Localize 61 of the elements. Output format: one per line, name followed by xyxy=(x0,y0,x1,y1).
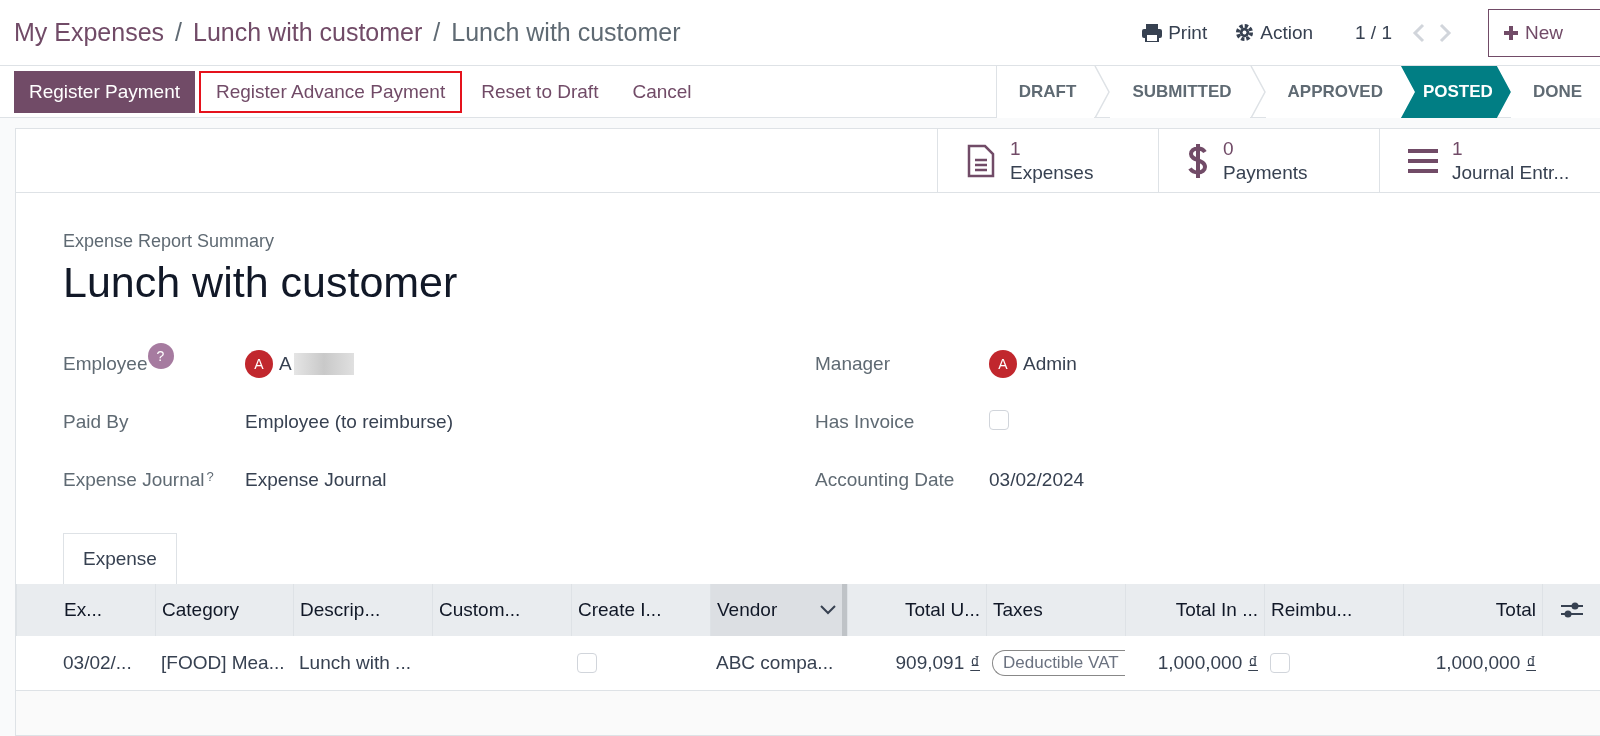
help-badge[interactable]: ? xyxy=(147,343,174,369)
field-label: Paid By xyxy=(63,411,129,433)
column-header[interactable]: Total xyxy=(1403,584,1542,636)
settings-icon[interactable] xyxy=(1560,600,1583,620)
breadcrumb-separator: / xyxy=(175,18,182,47)
form-title: Lunch with customer xyxy=(63,258,459,307)
chevron-right-icon xyxy=(1438,22,1452,43)
pager-value: 1 / 1 xyxy=(1355,21,1392,44)
field-value: Expense Journal xyxy=(245,469,388,491)
column-header[interactable]: Vendor xyxy=(710,584,847,636)
breadcrumb[interactable]: Lunch with customer xyxy=(451,18,681,47)
action-button[interactable]: Register Advance Payment xyxy=(199,70,463,113)
table-cell: 03/02/... xyxy=(63,652,132,674)
column-header[interactable]: Taxes xyxy=(986,584,1125,636)
chevron-down-icon xyxy=(820,605,836,615)
field-label: Employee xyxy=(63,353,148,375)
column-header[interactable]: Ex... xyxy=(16,584,155,636)
field-label: Manager xyxy=(815,353,890,375)
avatar: A xyxy=(245,350,273,378)
print-button[interactable]: Print xyxy=(1128,21,1222,44)
field-value: Admin xyxy=(1023,353,1077,375)
column-header[interactable]: Create I... xyxy=(571,584,710,636)
column-header[interactable]: Descrip... xyxy=(293,584,432,636)
field-label: Expense Journal xyxy=(63,469,205,491)
table-cell: [FOOD] Mea... xyxy=(161,652,285,674)
column-header[interactable]: Custom... xyxy=(432,584,571,636)
breadcrumb[interactable]: Lunch with customer xyxy=(193,18,423,47)
field-value: A xyxy=(279,353,292,375)
menu-icon xyxy=(1408,147,1438,174)
breadcrumb-separator: / xyxy=(433,18,441,47)
tab[interactable]: Expense xyxy=(63,533,177,585)
checkbox[interactable] xyxy=(1270,653,1290,673)
column-header[interactable]: Total U... xyxy=(847,584,986,636)
printer-icon xyxy=(1142,23,1163,42)
amount: 1,000,000 ₫ xyxy=(1157,652,1258,674)
status-step[interactable]: POSTED xyxy=(1400,66,1511,118)
document-icon xyxy=(966,143,996,178)
breadcrumb[interactable]: My Expenses xyxy=(14,18,165,47)
field-value: Employee (to reimburse) xyxy=(245,411,455,433)
field-value: 03/02/2024 xyxy=(989,469,1086,491)
action-button[interactable]: Action xyxy=(1221,21,1327,44)
action-button[interactable]: Register Payment xyxy=(14,70,195,113)
avatar: A xyxy=(989,350,1017,378)
table-cell: Lunch with ... xyxy=(299,652,411,674)
field-label: Has Invoice xyxy=(815,411,915,433)
table-cell: ABC compa... xyxy=(716,652,834,674)
checkbox[interactable] xyxy=(577,653,597,673)
amount: 1,000,000 ₫ xyxy=(1435,652,1536,674)
plus-icon xyxy=(1503,24,1519,41)
help-mark[interactable]: ? xyxy=(206,469,214,484)
chevron-left-icon xyxy=(1412,22,1426,43)
form-subtitle: Expense Report Summary xyxy=(63,231,276,252)
new-button[interactable]: New xyxy=(1488,8,1600,57)
amount: 909,091 ₫ xyxy=(895,652,980,674)
gear-icon xyxy=(1235,23,1255,42)
column-header[interactable]: Reimbu... xyxy=(1264,584,1403,636)
dollar-icon xyxy=(1187,142,1209,179)
column-header[interactable]: Category xyxy=(155,584,293,636)
checkbox[interactable] xyxy=(989,410,1009,430)
field-label: Accounting Date xyxy=(815,469,955,491)
column-header[interactable]: Total In ... xyxy=(1125,584,1264,636)
